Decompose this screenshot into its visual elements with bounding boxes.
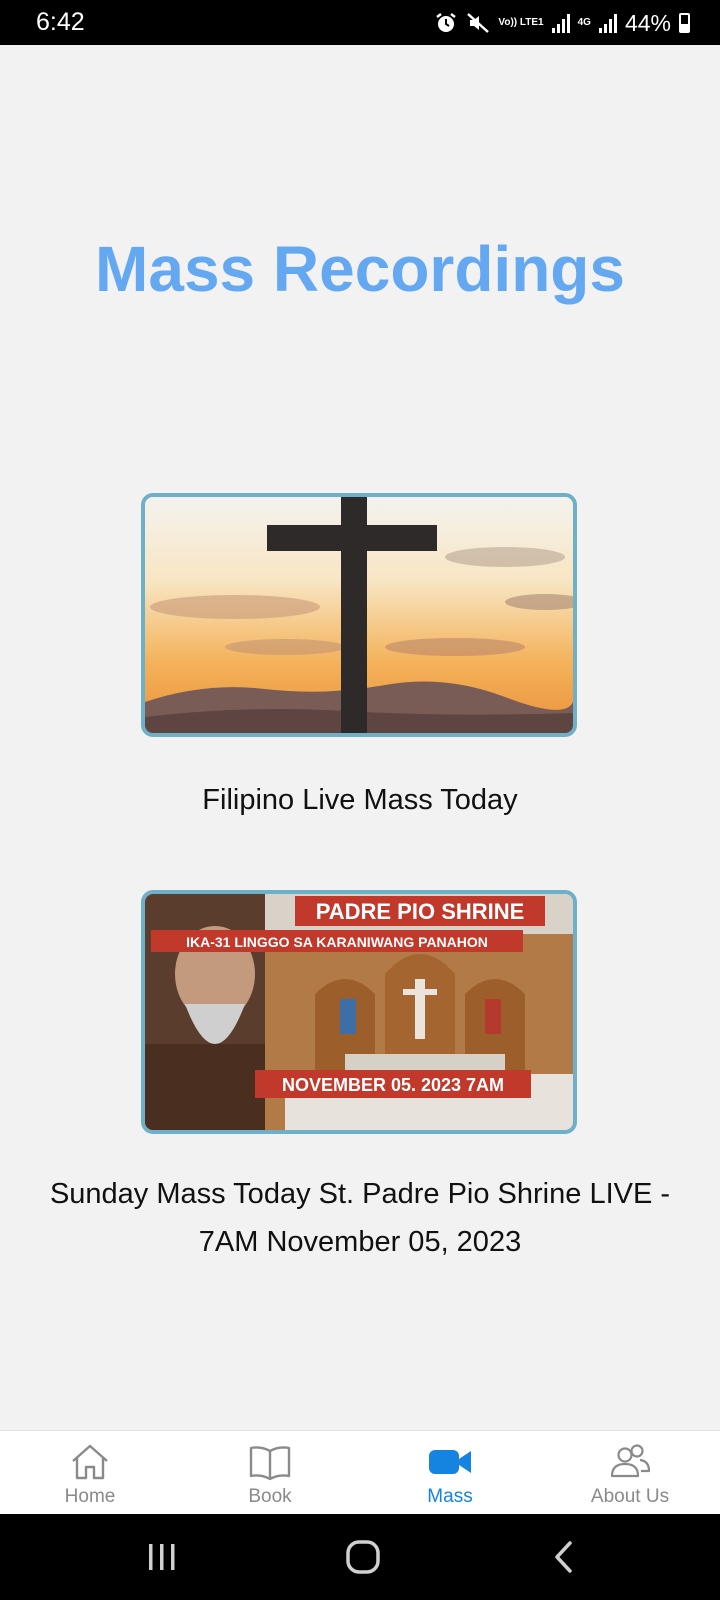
nav-item-about-us[interactable]: About Us <box>540 1431 720 1515</box>
nav-item-book[interactable]: Book <box>180 1431 360 1515</box>
nav-item-home[interactable]: Home <box>0 1431 180 1515</box>
alarm-icon <box>436 13 457 32</box>
system-navigation-bar <box>0 1514 720 1600</box>
nav-label-book: Book <box>248 1486 292 1507</box>
recents-icon <box>149 1544 175 1570</box>
mute-icon <box>467 13 490 33</box>
home-button[interactable] <box>338 1536 388 1578</box>
padre-pio-shrine-image: PADRE PIO SHRINE IKA-31 LINGGO SA KARANI… <box>145 894 573 1130</box>
back-button[interactable] <box>540 1536 590 1578</box>
cross-sunset-image <box>145 497 573 733</box>
signal-icon-2 <box>598 13 617 33</box>
home-icon <box>72 1444 108 1480</box>
recording-thumbnail-2[interactable]: PADRE PIO SHRINE IKA-31 LINGGO SA KARANI… <box>141 890 577 1134</box>
volte-indicator: Vo)) LTE1 <box>498 17 544 28</box>
status-icons: Vo)) LTE1 4G 44% <box>434 8 690 38</box>
thumb-title-text: PADRE PIO SHRINE <box>316 899 525 924</box>
nav-label-mass: Mass <box>427 1486 473 1507</box>
thumb-subtitle-text: IKA-31 LINGGO SA KARANIWANG PANAHON <box>186 934 488 950</box>
recording-thumbnail-1[interactable] <box>141 493 577 737</box>
battery-icon <box>679 13 690 33</box>
bottom-navigation: Home Book Mass About Us <box>0 1430 720 1515</box>
nav-label-about-us: About Us <box>590 1486 670 1507</box>
book-icon <box>249 1446 291 1481</box>
people-icon <box>610 1444 651 1478</box>
signal-icon <box>551 13 570 33</box>
nav-item-mass[interactable]: Mass <box>360 1431 540 1515</box>
page-title: Mass Recordings <box>95 233 625 305</box>
battery-percent: 44% <box>624 9 671 36</box>
thumb-date-text: NOVEMBER 05. 2023 7AM <box>282 1075 504 1095</box>
recents-button[interactable] <box>137 1536 187 1578</box>
status-time: 6:42 <box>36 8 85 36</box>
home-circle-icon <box>346 1540 380 1574</box>
video-camera-icon <box>429 1450 471 1474</box>
nav-label-home: Home <box>64 1486 116 1507</box>
recording-title-2[interactable]: Sunday Mass Today St. Padre Pio Shrine L… <box>30 1170 690 1266</box>
status-bar: 6:42 Vo)) LTE1 4G 44% <box>0 0 720 45</box>
network-4g-indicator: 4G <box>577 17 591 28</box>
back-chevron-icon <box>555 1541 572 1573</box>
recording-title-1[interactable]: Filipino Live Mass Today <box>30 776 690 824</box>
